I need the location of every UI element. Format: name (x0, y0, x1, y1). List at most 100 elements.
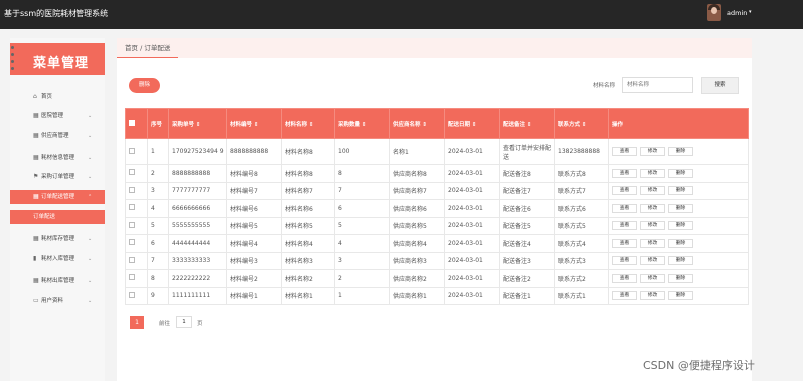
chevron-down-icon: ⌄ (88, 133, 93, 139)
edit-button[interactable]: 修改 (640, 291, 665, 301)
cell-actions: 查看 修改 删除 (608, 269, 749, 288)
sidebar-item-9[interactable]: ▦ 耗材出库管理 ⌄ (10, 274, 105, 288)
cell-delivery-note: 配送备注4 (499, 234, 555, 253)
row-checkbox[interactable] (129, 204, 135, 211)
avatar-face (711, 7, 717, 14)
cell-supplier: 供应商名称4 (389, 234, 445, 253)
trash-icon: ▮ (33, 255, 37, 262)
row-checkbox[interactable] (129, 274, 135, 281)
header-material-name[interactable]: 材料名称 ⇕ (281, 108, 335, 139)
sidebar-item-2[interactable]: ▦ 医院管理 ⌄ (10, 109, 105, 123)
row-checkbox[interactable] (129, 239, 135, 246)
user-avatar[interactable] (707, 4, 721, 21)
cell-contact: 联系方式5 (554, 216, 609, 235)
edit-button[interactable]: 修改 (640, 168, 665, 178)
breadcrumb[interactable]: 首页 / 订单配送 (117, 38, 179, 58)
view-button[interactable]: 查看 (612, 147, 637, 156)
cell-select[interactable] (125, 216, 148, 235)
cell-contact: 13823888888 (554, 138, 609, 165)
chevron-down-icon[interactable]: ▾ (749, 9, 752, 15)
cell-select[interactable] (125, 138, 148, 165)
delete-button[interactable]: 删除 (668, 168, 693, 178)
search-button[interactable]: 搜索 (701, 77, 739, 94)
edit-button[interactable]: 修改 (640, 186, 665, 196)
row-checkbox[interactable] (129, 147, 135, 154)
edit-button[interactable]: 修改 (640, 221, 665, 231)
cell-actions: 查看 修改 删除 (608, 286, 749, 305)
cell-supplier: 供应商名称8 (389, 164, 445, 183)
cell-index: 5 (147, 216, 169, 235)
delete-button[interactable]: 删除 (668, 203, 693, 213)
cell-select[interactable] (125, 286, 148, 305)
header-delivery-date[interactable]: 配送日期 ⇕ (444, 108, 500, 139)
cell-quantity: 100 (334, 138, 390, 165)
select-all-checkbox[interactable] (129, 119, 135, 126)
header-order-no[interactable]: 采购单号 ⇕ (168, 108, 227, 139)
sidebar-item-5[interactable]: ⚑ 采购订单管理 ⌄ (10, 170, 105, 184)
row-checkbox[interactable] (129, 221, 135, 228)
header-select-all[interactable] (125, 108, 148, 139)
cell-select[interactable] (125, 199, 148, 218)
cell-delivery-note: 配送备注7 (499, 181, 555, 200)
row-checkbox[interactable] (129, 291, 135, 298)
grid-icon: ▦ (33, 277, 39, 284)
view-button[interactable]: 查看 (612, 168, 637, 178)
cell-index: 9 (147, 286, 169, 305)
table-row: 9 1111111111 材料编号1 材料名称1 1 供应商名称1 2024-03-01 配送… (125, 286, 749, 305)
cell-delivery-note: 配送备注8 (499, 164, 555, 183)
cell-select[interactable] (125, 251, 148, 270)
sidebar-item-1[interactable]: ⌂ 首页 (10, 90, 105, 104)
view-button[interactable]: 查看 (612, 256, 637, 266)
sidebar-item-10[interactable]: ▭ 用户资料 ⌄ (10, 294, 105, 308)
sidebar-item-6[interactable]: ▦ 订单配送管理 ⌃ (10, 190, 105, 204)
batch-delete-button[interactable]: 删除 (129, 78, 160, 93)
edit-button[interactable]: 修改 (640, 273, 665, 283)
cell-material-name: 材料名称7 (281, 181, 335, 200)
header-material-no[interactable]: 材料编号 ⇕ (226, 108, 282, 139)
view-button[interactable]: 查看 (612, 203, 637, 213)
cell-select[interactable] (125, 234, 148, 253)
header-supplier[interactable]: 供应商名称 ⇕ (389, 108, 445, 139)
table-row: 1 170927523494 9 8888888888 材料名称8 100 名称1 2024… (125, 138, 749, 165)
edit-button[interactable]: 修改 (640, 203, 665, 213)
delete-button[interactable]: 删除 (668, 238, 693, 248)
sidebar-item-7[interactable]: ▦ 耗材库存管理 ⌄ (10, 232, 105, 246)
cell-select[interactable] (125, 181, 148, 200)
pagination-unit-label: 页 (197, 321, 203, 327)
view-button[interactable]: 查看 (612, 273, 637, 283)
delete-button[interactable]: 删除 (668, 273, 693, 283)
view-button[interactable]: 查看 (612, 238, 637, 248)
view-button[interactable]: 查看 (612, 291, 637, 301)
view-button[interactable]: 查看 (612, 186, 637, 196)
delete-button[interactable]: 删除 (668, 256, 693, 266)
view-button[interactable]: 查看 (612, 221, 637, 231)
edit-button[interactable]: 修改 (640, 238, 665, 248)
row-checkbox[interactable] (129, 186, 135, 193)
sidebar-item-4[interactable]: ▦ 耗材信息管理 ⌄ (10, 151, 105, 165)
username[interactable]: admin (727, 9, 747, 17)
edit-button[interactable]: 修改 (640, 256, 665, 266)
cell-select[interactable] (125, 164, 148, 183)
row-checkbox[interactable] (129, 169, 135, 176)
cell-delivery-note: 配送备注2 (499, 269, 555, 288)
cell-supplier: 供应商名称6 (389, 199, 445, 218)
sidebar-item-8[interactable]: ▮ 耗材入库管理 ⌄ (10, 252, 105, 266)
cell-select[interactable] (125, 269, 148, 288)
pagination-page-1[interactable]: 1 (130, 316, 144, 329)
delete-button[interactable]: 删除 (668, 221, 693, 231)
header-contact[interactable]: 联系方式 ⇕ (554, 108, 609, 139)
sidebar-item-label: 订单配送管理 (41, 194, 75, 200)
pagination-goto-input[interactable]: 1 (176, 316, 192, 328)
sidebar-subitem-delivery[interactable]: 订单配送 (10, 210, 105, 224)
cell-quantity: 7 (334, 181, 390, 200)
delete-button[interactable]: 删除 (668, 291, 693, 301)
sidebar-item-3[interactable]: ▦ 供应商管理 ⌄ (10, 129, 105, 143)
edit-button[interactable]: 修改 (640, 147, 665, 156)
search-input[interactable] (622, 77, 693, 93)
delete-button[interactable]: 删除 (668, 186, 693, 196)
table-row: 2 8888888888 材料编号8 材料名称8 8 供应商名称8 2024-03-01 配送… (125, 164, 749, 183)
delete-button[interactable]: 删除 (668, 147, 693, 156)
header-quantity[interactable]: 采购数量 ⇕ (334, 108, 390, 139)
row-checkbox[interactable] (129, 256, 135, 263)
header-delivery-note[interactable]: 配送备注 ⇕ (499, 108, 555, 139)
